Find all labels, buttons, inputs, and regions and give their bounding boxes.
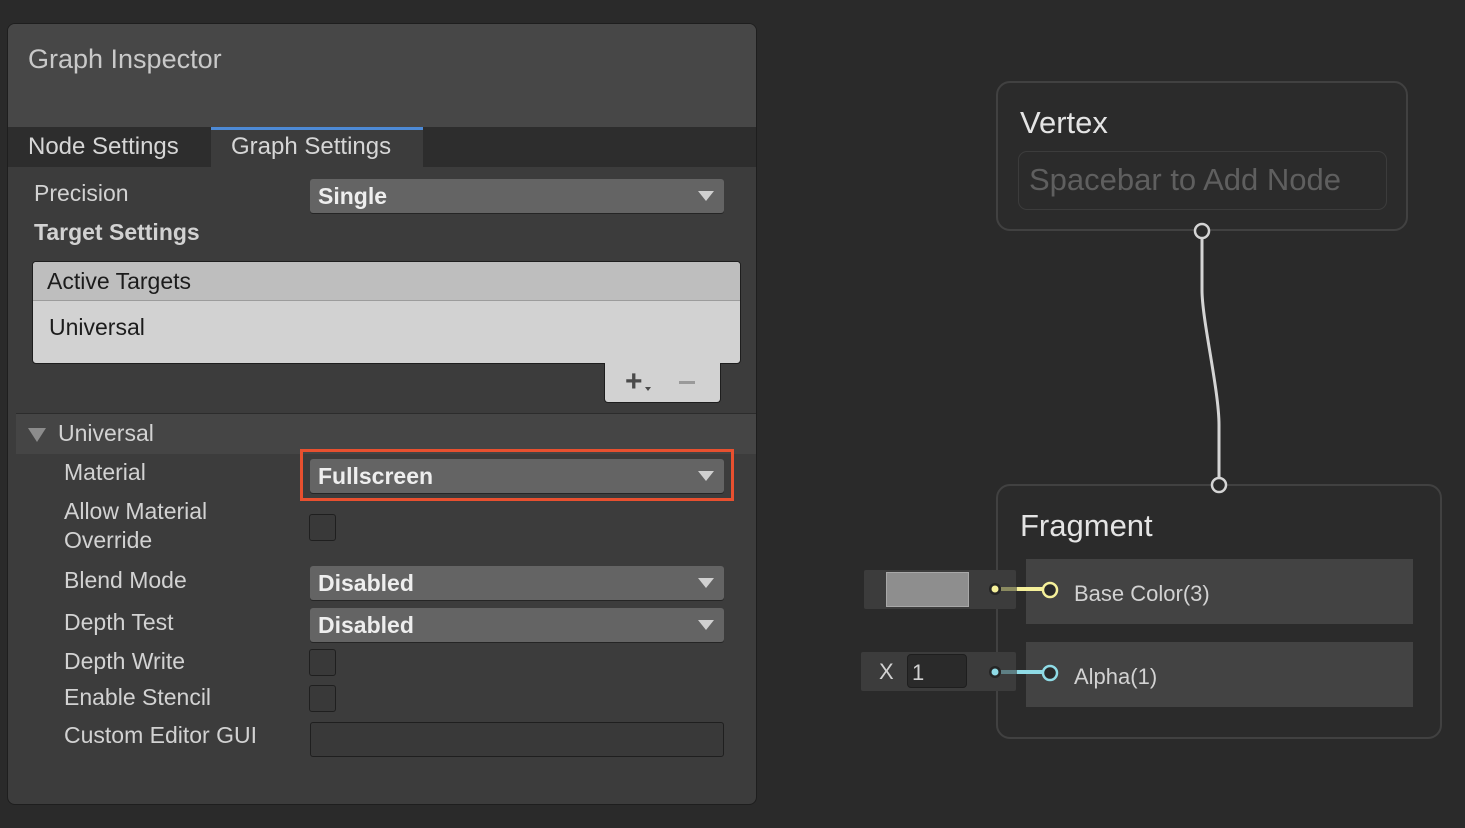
add-node-placeholder-text: Spacebar to Add Node [1029,162,1341,197]
dropdown-arrow-icon [698,191,714,201]
depth-write-checkbox[interactable] [309,649,336,676]
graph-inspector-panel: Graph Inspector Node Settings Graph Sett… [7,23,757,805]
dropdown-arrow-icon [698,620,714,630]
dropdown-arrow-icon [698,578,714,588]
material-dropdown[interactable]: Fullscreen [310,459,724,493]
enable-stencil-checkbox[interactable] [309,685,336,712]
allow-material-override-label-line1: Allow Material [64,498,208,524]
target-settings-heading: Target Settings [34,219,200,245]
material-value: Fullscreen [318,463,434,489]
alpha-axis-label: X [879,659,894,684]
blend-mode-label: Blend Mode [64,567,187,593]
active-targets-footer: + [604,363,721,403]
custom-editor-gui-input[interactable] [310,722,724,757]
inspector-title: Graph Inspector [28,44,222,74]
inspector-tabbar: Node Settings Graph Settings [8,127,756,167]
add-node-placeholder[interactable]: Spacebar to Add Node [1018,151,1387,210]
material-label: Material [64,459,146,485]
vertex-node[interactable]: Vertex Spacebar to Add Node [996,81,1408,231]
port-alpha[interactable]: Alpha(1) [1026,642,1413,707]
precision-value: Single [318,183,388,209]
depth-write-label: Depth Write [64,648,186,674]
universal-section-header[interactable]: Universal [16,413,756,454]
fragment-node[interactable]: Fragment Base Color(3) Alpha(1) [996,484,1442,739]
active-targets-header-label: Active Targets [47,268,192,294]
tab-graph-settings[interactable]: Graph Settings [211,127,423,167]
vertex-node-title: Vertex [1020,105,1108,140]
alpha-value: 1 [912,660,925,685]
caret-down-icon [645,387,651,391]
custom-editor-gui-label: Custom Editor GUI [64,722,257,748]
depth-test-value: Disabled [318,612,414,638]
precision-dropdown[interactable]: Single [310,179,724,213]
universal-section-label: Universal [58,420,154,446]
tab-node-settings[interactable]: Node Settings [8,127,211,167]
allow-material-override-checkbox[interactable] [309,514,336,541]
dropdown-arrow-icon [698,471,714,481]
port-base-color-label: Base Color(3) [1074,581,1210,606]
port-alpha-label: Alpha(1) [1074,664,1158,689]
vertex-fragment-edge[interactable] [1200,238,1221,478]
allow-material-override-label-line2: Override [64,527,153,553]
active-targets-list: Active Targets Universal [32,261,741,364]
depth-test-label: Depth Test [64,609,174,635]
blend-mode-dropdown[interactable]: Disabled [310,566,724,600]
list-item[interactable]: Universal [49,314,145,341]
enable-stencil-label: Enable Stencil [64,684,212,710]
base-color-swatch[interactable] [886,572,969,607]
precision-label: Precision [34,180,129,206]
foldout-triangle-icon[interactable] [28,428,46,442]
alpha-value-field[interactable]: 1 [907,654,967,688]
minus-icon[interactable] [679,381,695,384]
inspector-header: Graph Inspector [8,24,756,127]
plus-icon[interactable]: + [625,365,643,399]
blend-mode-value: Disabled [318,570,414,596]
fragment-node-title: Fragment [1020,508,1153,543]
active-targets-header: Active Targets [33,262,740,301]
port-base-color[interactable]: Base Color(3) [1026,559,1413,624]
depth-test-dropdown[interactable]: Disabled [310,608,724,642]
